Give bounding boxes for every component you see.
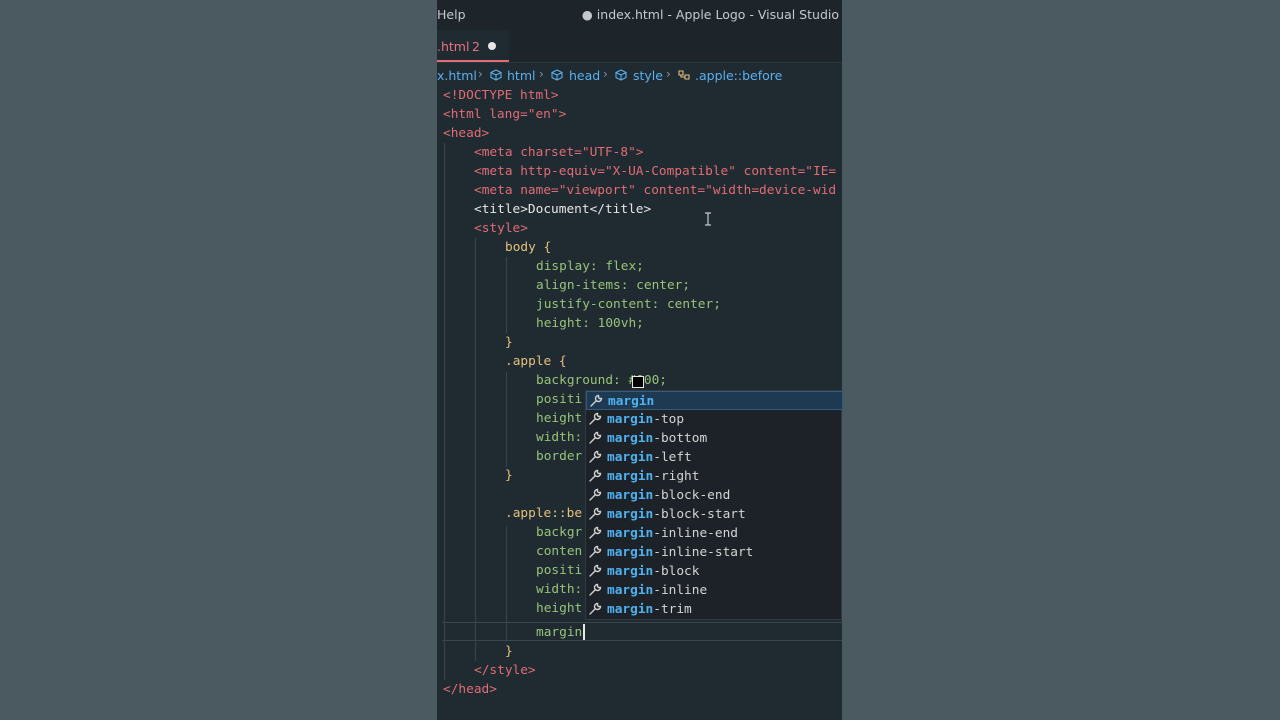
breadcrumb-selector[interactable]: .apple::before bbox=[695, 68, 782, 83]
suggestion-label: margin-left bbox=[607, 450, 692, 465]
window-title: ● index.html - Apple Logo - Visual Studi… bbox=[581, 7, 839, 22]
code-line: .apple { bbox=[505, 354, 567, 369]
code-line: <style> bbox=[474, 221, 528, 236]
breadcrumb-style[interactable]: style bbox=[633, 68, 663, 83]
code-line: } bbox=[505, 335, 513, 350]
wrench-icon bbox=[589, 526, 602, 539]
code-line: align-items: center; bbox=[536, 278, 691, 293]
code-line: <meta name="viewport" content="width=dev… bbox=[474, 183, 837, 198]
title-bar: Help ● index.html - Apple Logo - Visual … bbox=[437, 0, 842, 30]
indent-guide bbox=[506, 372, 507, 467]
suggestion-item[interactable]: margin-right bbox=[586, 467, 843, 486]
code-line: height bbox=[536, 411, 583, 426]
suggestion-label: margin-top bbox=[607, 412, 685, 427]
chevron-right-icon: › bbox=[603, 67, 608, 81]
code-line: background: #000; bbox=[536, 373, 667, 388]
wrench-icon bbox=[589, 564, 602, 577]
code-line: .apple::be bbox=[505, 506, 583, 521]
tab-index-html[interactable]: .html 2 bbox=[437, 30, 509, 62]
code-line: <!DOCTYPE html> bbox=[443, 88, 559, 103]
suggestion-widget[interactable]: margin margin-top margin-bottom margin-left… bbox=[585, 390, 843, 620]
code-line: </head> bbox=[443, 682, 497, 697]
suggestion-label: margin-bottom bbox=[607, 431, 708, 446]
ibeam-cursor-icon bbox=[705, 212, 711, 226]
suggestion-item[interactable]: margin bbox=[586, 391, 843, 410]
code-line: height bbox=[536, 601, 583, 616]
code-line: positi bbox=[536, 392, 583, 407]
breadcrumb-file[interactable]: x.html bbox=[437, 68, 477, 83]
suggestion-label: margin bbox=[608, 394, 655, 409]
suggestion-item[interactable]: margin-block bbox=[586, 562, 843, 581]
tab-problem-count: 2 bbox=[472, 39, 480, 54]
wrench-icon bbox=[589, 507, 602, 520]
chevron-right-icon: › bbox=[666, 67, 671, 81]
code-line: body { bbox=[505, 240, 552, 255]
wrench-icon bbox=[589, 545, 602, 558]
breadcrumb-html[interactable]: html bbox=[507, 68, 535, 83]
code-line: justify-content: center; bbox=[536, 297, 721, 312]
suggestion-item[interactable]: margin-block-end bbox=[586, 486, 843, 505]
code-line: conten bbox=[536, 544, 583, 559]
code-line: } bbox=[505, 468, 513, 483]
wrench-icon bbox=[589, 602, 602, 615]
wrench-icon bbox=[590, 394, 603, 407]
code-line: <meta http-equiv="X-UA-Compatible" conte… bbox=[474, 164, 837, 179]
suggestion-label: margin-inline-end bbox=[607, 526, 738, 541]
wrench-icon bbox=[589, 583, 602, 596]
menu-help[interactable]: Help bbox=[437, 7, 466, 22]
code-line: width: bbox=[536, 582, 583, 597]
suggestion-item[interactable]: margin-trim bbox=[586, 600, 843, 619]
breadcrumb-head[interactable]: head bbox=[569, 68, 600, 83]
unsaved-dot-icon[interactable] bbox=[488, 42, 496, 50]
chevron-right-icon: › bbox=[539, 67, 544, 81]
code-line: positi bbox=[536, 563, 583, 578]
suggestion-item[interactable]: margin-top bbox=[586, 410, 843, 429]
suggestion-label: margin-block-end bbox=[607, 488, 731, 503]
code-line: display: flex; bbox=[536, 259, 644, 274]
suggestion-label: margin-block bbox=[607, 564, 700, 579]
suggestion-label: margin-inline bbox=[607, 583, 708, 598]
element-cube-icon bbox=[615, 69, 627, 81]
suggestion-label: margin-inline-start bbox=[607, 545, 754, 560]
suggestion-item[interactable]: margin-block-start bbox=[586, 505, 843, 524]
suggestion-item[interactable]: margin-left bbox=[586, 448, 843, 467]
code-line: <head> bbox=[443, 126, 490, 141]
code-line-current: margin bbox=[536, 625, 583, 640]
indent-guide bbox=[475, 238, 476, 661]
indent-guide bbox=[506, 257, 507, 333]
code-line: <html lang="en"> bbox=[443, 107, 567, 122]
wrench-icon bbox=[589, 431, 602, 444]
code-line: border bbox=[536, 449, 583, 464]
suggestion-item[interactable]: margin-inline bbox=[586, 581, 843, 600]
wrench-icon bbox=[589, 412, 602, 425]
element-cube-icon bbox=[490, 69, 502, 81]
color-swatch[interactable] bbox=[632, 376, 644, 388]
suggestion-label: margin-trim bbox=[607, 602, 692, 617]
wrench-icon bbox=[589, 450, 602, 463]
suggestion-item[interactable]: margin-bottom bbox=[586, 429, 843, 448]
wrench-icon bbox=[589, 469, 602, 482]
code-line: height: 100vh; bbox=[536, 316, 644, 331]
element-cube-icon bbox=[551, 69, 563, 81]
code-line: backgr bbox=[536, 525, 583, 540]
wrench-icon bbox=[589, 488, 602, 501]
suggestion-label: margin-block-start bbox=[607, 507, 746, 522]
suggestion-label: margin-right bbox=[607, 469, 700, 484]
suggestion-item[interactable]: margin-inline-start bbox=[586, 543, 843, 562]
current-line-highlight bbox=[442, 622, 842, 641]
code-line: </style> bbox=[474, 663, 536, 678]
code-line: <meta charset="UTF-8"> bbox=[474, 145, 644, 160]
tab-bar: .html 2 bbox=[437, 30, 842, 63]
code-line: width: bbox=[536, 430, 583, 445]
breadcrumb: x.html › html › head › style › .apple::b… bbox=[437, 63, 842, 87]
css-selector-icon bbox=[678, 70, 690, 80]
text-cursor bbox=[583, 624, 585, 640]
code-line: <title>Document</title> bbox=[474, 202, 652, 217]
suggestion-item[interactable]: margin-inline-end bbox=[586, 524, 843, 543]
tab-label: .html bbox=[437, 39, 470, 54]
indent-guide bbox=[444, 143, 445, 680]
code-line: } bbox=[505, 644, 513, 659]
chevron-right-icon: › bbox=[478, 67, 483, 81]
